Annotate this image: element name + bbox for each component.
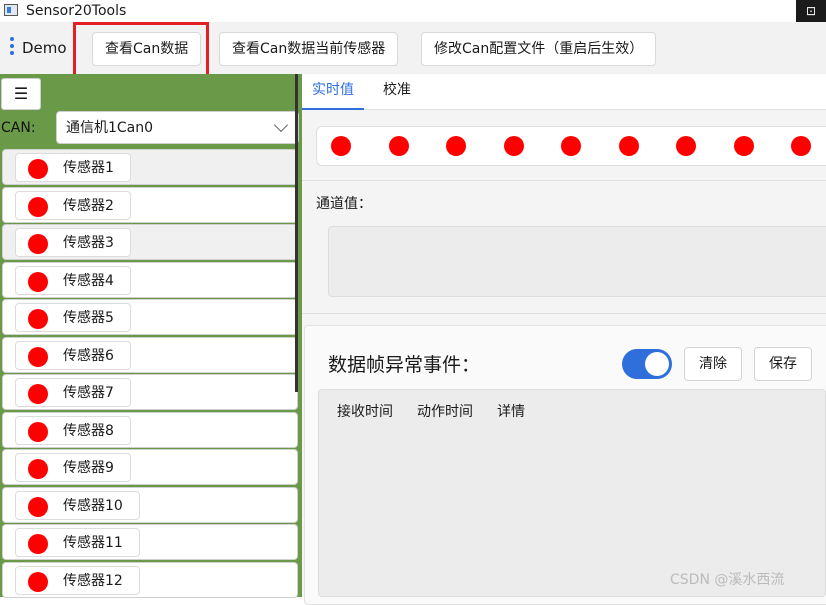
sensor-name: 传感器7	[63, 385, 114, 401]
can-label: CAN:	[1, 120, 36, 136]
status-indicator-icon	[28, 459, 48, 479]
sensor-chip[interactable]: 传感器6	[15, 340, 131, 370]
status-indicator-icon	[28, 534, 48, 554]
sensor-chip[interactable]: 传感器10	[15, 490, 140, 520]
event-table: 接收时间 动作时间 详情	[318, 389, 826, 597]
status-indicator-icon	[28, 159, 48, 179]
channel-status-dot-icon	[446, 136, 466, 156]
sensor-chip[interactable]: 传感器9	[15, 453, 131, 482]
clear-button[interactable]: 清除	[684, 347, 742, 381]
sensor-name: 传感器12	[63, 572, 123, 589]
channel-status-strip	[316, 126, 826, 166]
sensor-list-item[interactable]: 传感器9	[2, 449, 298, 485]
sensor-list-item[interactable]: 传感器1	[2, 149, 298, 185]
status-indicator-icon	[28, 496, 48, 517]
sensor-chip[interactable]: 传感器5	[15, 303, 131, 332]
event-toggle-switch[interactable]	[622, 349, 672, 379]
sensor-list-item[interactable]: 传感器4	[2, 261, 298, 298]
sensor-name: 传感器5	[63, 310, 114, 326]
event-section-title: 数据帧异常事件：	[328, 354, 481, 376]
app-label: Demo	[22, 39, 67, 57]
sensor-chip[interactable]: 传感器8	[15, 415, 131, 445]
column-header-action-time[interactable]: 动作时间	[417, 403, 473, 421]
view-can-current-sensor-button[interactable]: 查看Can数据当前传感器	[219, 32, 399, 66]
title-bar: Sensor20Tools ⊡	[0, 0, 826, 22]
column-header-details[interactable]: 详情	[497, 403, 525, 421]
can-select-value: 通信机1Can0	[66, 120, 154, 136]
more-options-icon[interactable]	[8, 37, 16, 59]
sensor-chip[interactable]: 传感器4	[15, 265, 131, 295]
status-indicator-icon	[28, 346, 48, 367]
channel-status-dot-icon	[676, 136, 696, 156]
channel-value-label: 通道值：	[316, 196, 372, 212]
status-indicator-icon	[28, 196, 48, 217]
channel-status-dot-icon	[388, 136, 409, 156]
save-button[interactable]: 保存	[754, 347, 812, 381]
watermark-text: CSDN @溪水西流	[670, 572, 785, 588]
sensor-chip[interactable]: 传感器2	[15, 190, 131, 220]
sensor-name: 传感器9	[63, 460, 114, 476]
status-indicator-icon	[28, 384, 48, 404]
channel-status-dot-icon	[791, 136, 811, 156]
edit-can-config-button[interactable]: 修改Can配置文件（重启后生效）	[421, 32, 657, 66]
toggle-knob	[645, 352, 669, 376]
sensor-name: 传感器4	[63, 272, 114, 289]
annotation-highlight-box	[73, 22, 209, 77]
hamburger-menu-icon[interactable]: ☰	[1, 78, 41, 110]
section-divider	[302, 180, 826, 181]
window-control-icon[interactable]: ⊡	[796, 0, 826, 22]
sensor-name: 传感器10	[63, 497, 123, 514]
sensor-list-item[interactable]: 传感器8	[2, 411, 298, 448]
sensor-chip[interactable]: 传感器7	[15, 378, 131, 407]
sensor-chip[interactable]: 传感器11	[15, 528, 140, 557]
channel-status-dot-icon	[618, 136, 639, 156]
sensor-name: 传感器2	[63, 197, 114, 214]
sidebar-scrollbar[interactable]	[295, 74, 298, 392]
status-indicator-icon	[28, 571, 48, 592]
tab-realtime[interactable]: 实时值	[312, 81, 354, 99]
channel-status-dot-icon	[561, 136, 581, 156]
sensor-list-item[interactable]: 传感器7	[2, 374, 298, 410]
section-divider	[302, 313, 826, 314]
channel-status-dot-icon	[331, 136, 351, 156]
app-window-icon	[4, 4, 18, 16]
sensor-list-item[interactable]: 传感器2	[2, 186, 298, 223]
sensor-list-item[interactable]: 传感器3	[2, 224, 298, 260]
sensor-name: 传感器11	[63, 535, 123, 551]
channel-value-box	[328, 226, 826, 297]
status-indicator-icon	[28, 309, 48, 329]
status-indicator-icon	[28, 234, 48, 254]
sensor-chip[interactable]: 传感器1	[15, 153, 131, 182]
sensor-sidebar: ☰ CAN: 通信机1Can0 传感器1 传感器2 传感器3 传感器4 传感器5 传感器6…	[0, 74, 302, 598]
sensor-list-item[interactable]: 传感器5	[2, 299, 298, 335]
sensor-list-item[interactable]: 传感器6	[2, 336, 298, 373]
sensor-list-item[interactable]: 传感器10	[2, 486, 298, 523]
chevron-down-icon	[273, 117, 289, 133]
sensor-chip[interactable]: 传感器3	[15, 228, 131, 257]
status-indicator-icon	[28, 421, 48, 442]
channel-status-dot-icon	[733, 136, 754, 156]
window-title: Sensor20Tools	[26, 3, 127, 19]
channel-status-dot-icon	[503, 136, 524, 156]
tab-bar: 实时值 校准	[302, 74, 826, 110]
sensor-list-item[interactable]: 传感器11	[2, 524, 298, 560]
column-header-receive-time[interactable]: 接收时间	[337, 403, 393, 421]
tab-calibration[interactable]: 校准	[383, 81, 411, 99]
sensor-name: 传感器3	[63, 235, 114, 251]
sensor-name: 传感器1	[63, 160, 114, 176]
sensor-name: 传感器6	[63, 347, 114, 364]
sensor-list-item[interactable]: 传感器12	[2, 561, 298, 598]
status-indicator-icon	[28, 271, 48, 292]
sensor-name: 传感器8	[63, 422, 114, 439]
can-channel-select[interactable]: 通信机1Can0	[56, 111, 299, 144]
sensor-chip[interactable]: 传感器12	[15, 565, 140, 595]
